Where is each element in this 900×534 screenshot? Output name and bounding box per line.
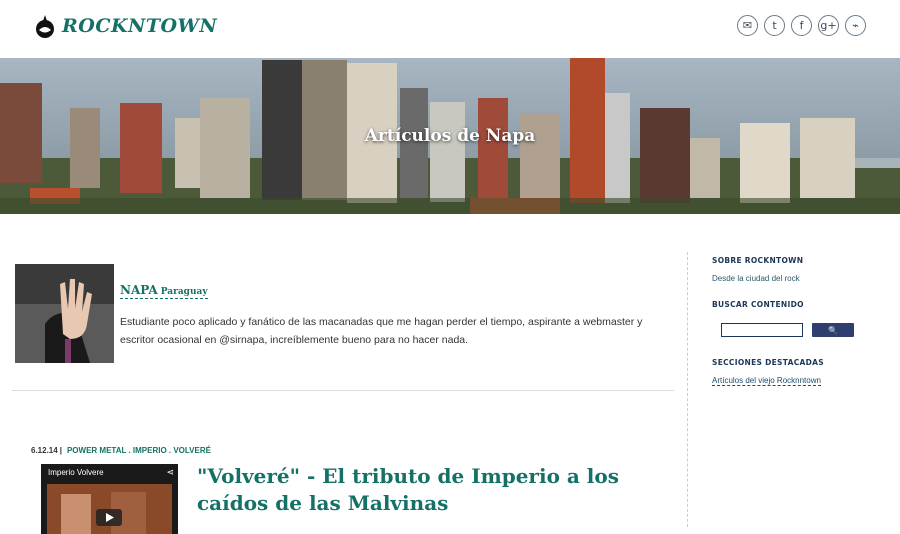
googleplus-icon[interactable]: g+ xyxy=(818,15,839,36)
sidebar-featured-heading: SECCIONES DESTACADAS xyxy=(712,358,824,367)
site-header: ROCKNTOWN ✉ t f g+ ⌁ xyxy=(0,0,900,58)
post-video-thumbnail[interactable]: Imperio Volvere ⋖ xyxy=(41,464,178,534)
sidebar-featured-link[interactable]: Artículos del viejo Rocknntown xyxy=(712,376,821,386)
video-title: Imperio Volvere xyxy=(48,468,104,477)
author-box: NAPA Paraguay Estudiante poco aplicado y … xyxy=(15,264,675,364)
twitter-icon[interactable]: t xyxy=(764,15,785,36)
post-meta: 6.12.14 | POWER METAL . IMPERIO . VOLVERÉ xyxy=(31,446,211,455)
author-name: NAPA xyxy=(120,283,158,297)
search-form: 🔍 xyxy=(721,323,882,337)
author-name-link[interactable]: NAPA Paraguay xyxy=(120,283,208,299)
search-input[interactable] xyxy=(721,323,803,337)
post-tags[interactable]: POWER METAL . IMPERIO . VOLVERÉ xyxy=(67,446,211,455)
site-logo[interactable]: ROCKNTOWN xyxy=(34,13,217,39)
share-icon[interactable]: ⋖ xyxy=(166,467,174,478)
hero-banner: Artículos de Napa xyxy=(0,58,900,214)
meta-separator: | xyxy=(59,446,62,455)
author-country: Paraguay xyxy=(160,287,208,297)
sidebar: SOBRE ROCKNTOWN Desde la ciudad del rock… xyxy=(712,256,882,388)
rss-icon[interactable]: ⌁ xyxy=(845,15,866,36)
logo-text: ROCKNTOWN xyxy=(62,15,218,37)
sidebar-search-heading: BUSCAR CONTENIDO xyxy=(712,300,804,309)
post-title-link[interactable]: "Volveré" - El tributo de Imperio a los … xyxy=(197,463,637,517)
author-bio: Estudiante poco aplicado y fanático de l… xyxy=(120,316,643,346)
sidebar-divider xyxy=(687,252,688,527)
section-divider xyxy=(12,390,674,391)
sidebar-about-text: Desde la ciudad del rock xyxy=(712,274,800,283)
author-avatar xyxy=(15,264,114,363)
search-button[interactable]: 🔍 xyxy=(812,323,854,337)
mail-icon[interactable]: ✉ xyxy=(737,15,758,36)
post-date: 6.12.14 xyxy=(31,446,58,455)
sidebar-about-heading: SOBRE ROCKNTOWN xyxy=(712,256,804,265)
page-title: Artículos de Napa xyxy=(364,126,536,146)
rocket-logo-icon xyxy=(36,15,54,38)
search-icon: 🔍 xyxy=(828,325,838,335)
facebook-icon[interactable]: f xyxy=(791,15,812,36)
social-links: ✉ t f g+ ⌁ xyxy=(737,15,866,36)
